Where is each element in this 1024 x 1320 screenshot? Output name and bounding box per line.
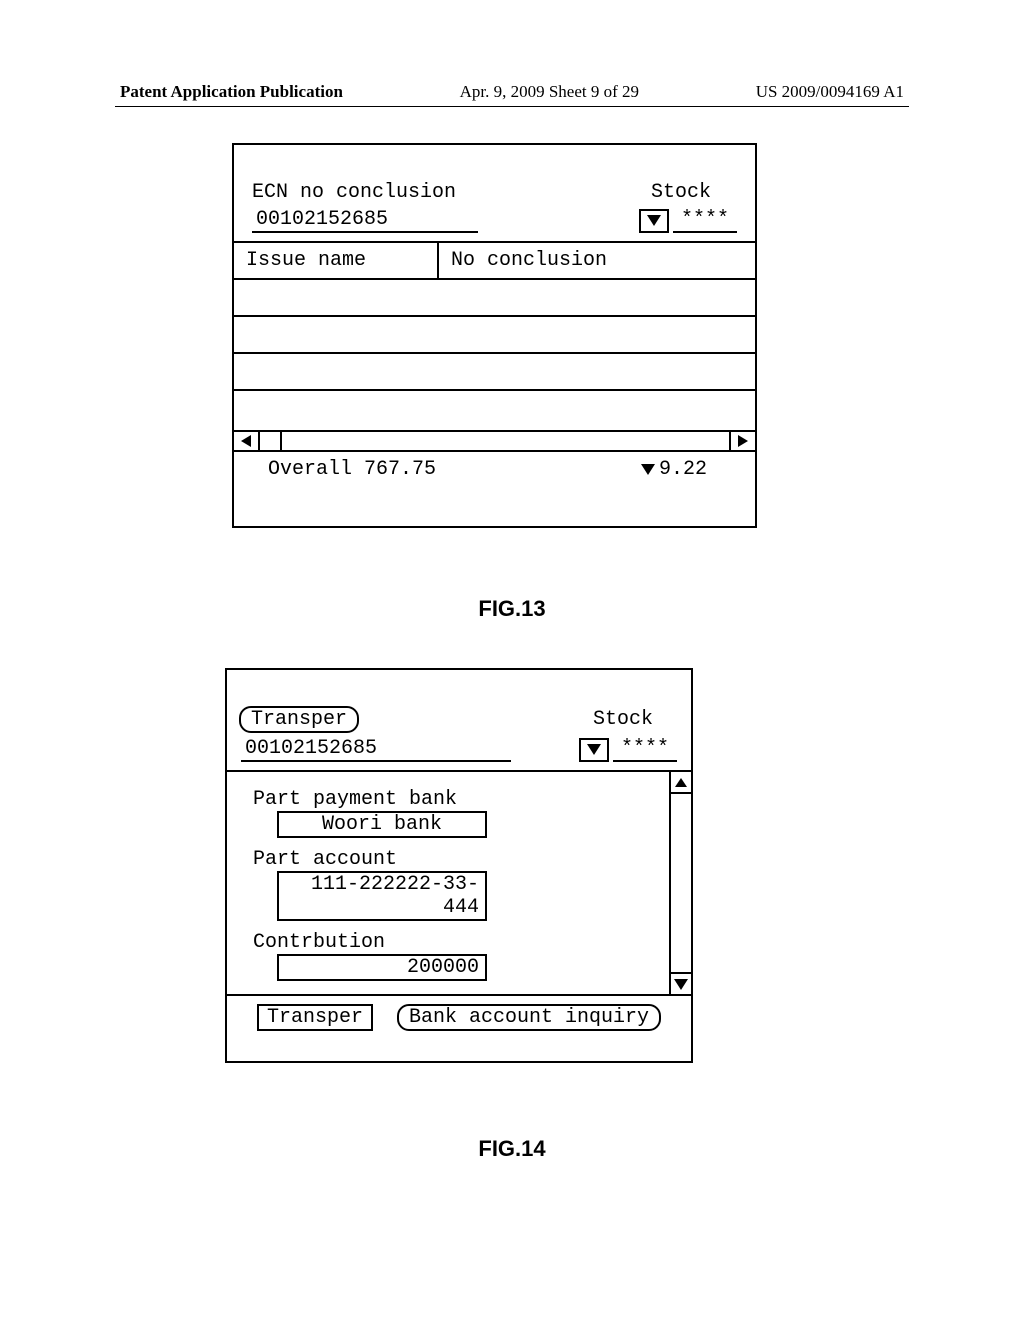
password-masked[interactable]: ****: [673, 208, 737, 233]
header-center: Apr. 9, 2009 Sheet 9 of 29: [460, 82, 639, 102]
contribution-field[interactable]: 200000: [277, 954, 487, 981]
dropdown-button[interactable]: [579, 738, 609, 762]
password-masked[interactable]: ****: [613, 737, 677, 762]
dropdown-button[interactable]: [639, 209, 669, 233]
ecn-label: ECN no conclusion: [252, 181, 651, 204]
contribution-label: Contrbution: [253, 931, 651, 954]
scrollbar-track[interactable]: [671, 794, 691, 972]
bank-field[interactable]: Woori bank: [277, 811, 487, 838]
figure-caption-14: FIG.14: [0, 1136, 1024, 1162]
overall-value: Overall 767.75: [252, 458, 436, 481]
scroll-down-button[interactable]: [671, 972, 691, 994]
stock-label: Stock: [593, 708, 679, 731]
account-field[interactable]: 111-222222-33-444: [277, 871, 487, 921]
form-content: Part payment bank Woori bank Part accoun…: [227, 772, 669, 994]
account-number: 00102152685: [241, 737, 511, 762]
fig13-panel: ECN no conclusion Stock 00102152685 ****…: [232, 143, 757, 528]
scroll-up-button[interactable]: [671, 772, 691, 794]
column-header-issue: Issue name: [234, 243, 439, 278]
bank-inquiry-button[interactable]: Bank account inquiry: [397, 1004, 661, 1031]
account-label: Part account: [253, 848, 651, 871]
transper-title-button[interactable]: Transper: [239, 706, 359, 733]
table-row: [234, 280, 755, 317]
triangle-left-icon: [241, 435, 251, 447]
triangle-down-icon: [674, 979, 688, 990]
table-row: [234, 354, 755, 391]
account-number: 00102152685: [252, 208, 478, 233]
stock-label: Stock: [651, 181, 737, 204]
column-header-noconclusion: No conclusion: [439, 243, 755, 278]
triangle-down-icon: [641, 464, 655, 475]
chevron-down-icon: [587, 744, 601, 755]
scroll-right-button[interactable]: [729, 432, 755, 450]
table-body: [234, 280, 755, 430]
horizontal-scrollbar[interactable]: [234, 430, 755, 452]
vertical-scrollbar[interactable]: [669, 772, 691, 994]
scrollbar-thumb[interactable]: [260, 432, 282, 450]
triangle-up-icon: [675, 778, 687, 787]
header-rule: [115, 106, 909, 107]
scroll-left-button[interactable]: [234, 432, 260, 450]
table-row: [234, 317, 755, 354]
change-value: 9.22: [641, 458, 737, 481]
bank-label: Part payment bank: [253, 788, 651, 811]
chevron-down-icon: [647, 215, 661, 226]
transper-button[interactable]: Transper: [257, 1004, 373, 1031]
header-right: US 2009/0094169 A1: [756, 82, 904, 102]
table-row: [234, 391, 755, 428]
triangle-right-icon: [738, 435, 748, 447]
page-header: Patent Application Publication Apr. 9, 2…: [0, 82, 1024, 102]
header-left: Patent Application Publication: [120, 82, 343, 102]
figure-caption-13: FIG.13: [0, 596, 1024, 622]
fig14-panel: Transper Stock 00102152685 **** Part pay…: [225, 668, 693, 1063]
